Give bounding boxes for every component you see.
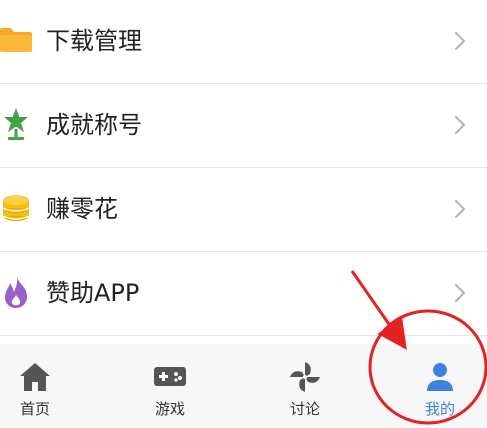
user-icon: [427, 363, 453, 391]
tab-mine[interactable]: 我的: [390, 344, 487, 428]
screen: 下载管理 成就称号 赚零花 赞助APP 首页 游戏 讨论 我的: [0, 0, 487, 428]
chevron-right-icon: [454, 199, 466, 219]
tab-discussion[interactable]: 讨论: [255, 344, 355, 428]
home-icon: [20, 363, 50, 391]
menu-label-earn-pocket-money: 赚零花: [46, 195, 118, 223]
tab-games[interactable]: 游戏: [120, 344, 220, 428]
menu-list: 下载管理 成就称号 赚零花 赞助APP: [0, 0, 487, 336]
menu-item-earn-pocket-money[interactable]: 赚零花: [0, 168, 487, 252]
coin-stack-icon: [2, 195, 30, 221]
menu-label-sponsor-app: 赞助APP: [46, 279, 140, 307]
bottom-tab-bar: 首页 游戏 讨论 我的: [0, 344, 487, 428]
pinwheel-icon: [290, 362, 320, 392]
gamepad-icon: [154, 367, 186, 386]
tab-label-games: 游戏: [154, 400, 185, 418]
menu-item-achievements[interactable]: 成就称号: [0, 84, 487, 168]
tab-label-home: 首页: [19, 400, 50, 418]
folder-icon: [0, 28, 32, 52]
chevron-right-icon: [454, 115, 466, 135]
menu-item-download-manager[interactable]: 下载管理: [0, 0, 487, 84]
tab-home[interactable]: 首页: [0, 344, 85, 428]
menu-label-achievements: 成就称号: [46, 111, 142, 139]
chevron-right-icon: [454, 283, 466, 303]
tab-label-discussion: 讨论: [289, 400, 320, 418]
menu-item-sponsor-app[interactable]: 赞助APP: [0, 252, 487, 336]
tab-label-mine: 我的: [424, 400, 455, 418]
chevron-right-icon: [454, 31, 466, 51]
menu-label-download-manager: 下载管理: [46, 27, 142, 55]
flame-icon: [5, 277, 28, 308]
trophy-star-icon: [4, 108, 28, 140]
